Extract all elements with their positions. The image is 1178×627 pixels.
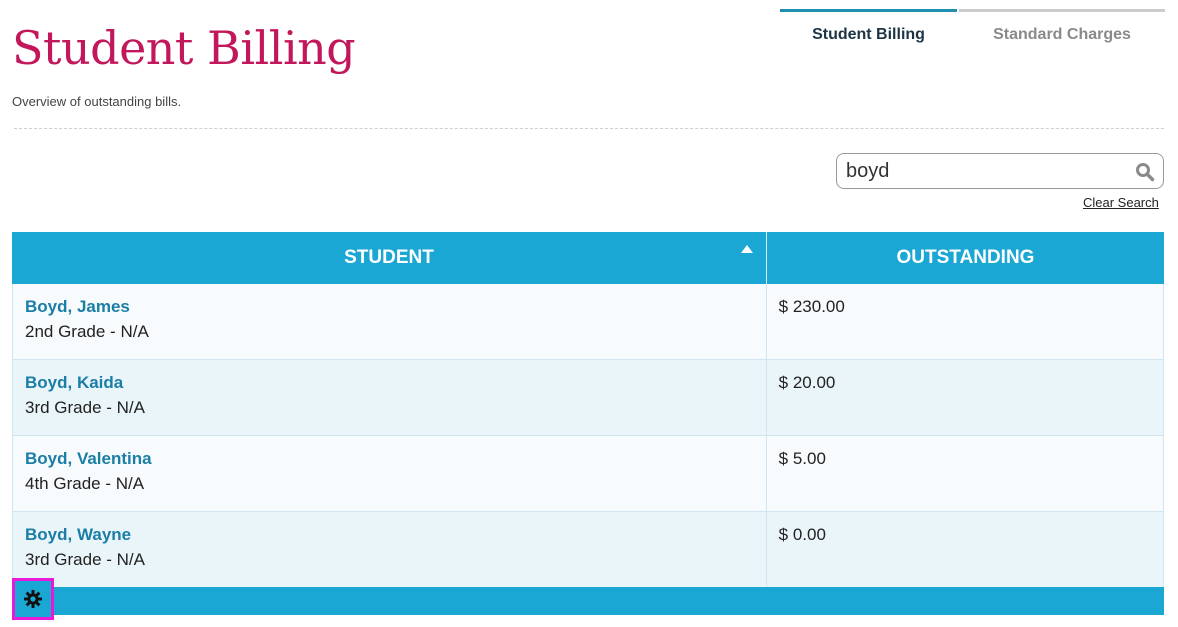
table-settings-button[interactable] — [12, 578, 54, 620]
page: Student Billing Overview of outstanding … — [0, 0, 1178, 627]
column-header-outstanding[interactable]: OUTSTANDING — [767, 232, 1164, 284]
column-header-outstanding-label: OUTSTANDING — [896, 247, 1035, 268]
column-header-student-label: STUDENT — [344, 247, 434, 268]
header-divider — [14, 128, 1164, 129]
search-icon[interactable] — [1135, 162, 1155, 182]
table-header: STUDENT OUTSTANDING — [12, 232, 1164, 284]
outstanding-amount: $ 5.00 — [778, 449, 826, 468]
outstanding-amount: $ 20.00 — [778, 373, 836, 392]
student-cell: Boyd, Kaida 3rd Grade - N/A — [13, 360, 767, 435]
student-name-link[interactable]: Boyd, Kaida — [25, 373, 754, 393]
sort-ascending-icon — [741, 245, 753, 253]
student-grade: 3rd Grade - N/A — [25, 550, 145, 569]
student-name-link[interactable]: Boyd, Wayne — [25, 525, 754, 545]
student-grade: 2nd Grade - N/A — [25, 322, 149, 341]
search-input[interactable] — [837, 156, 1127, 186]
table-row: Boyd, James 2nd Grade - N/A $ 230.00 — [12, 284, 1164, 360]
outstanding-amount: $ 0.00 — [778, 525, 826, 544]
tab-student-billing[interactable]: Student Billing — [780, 9, 957, 57]
billing-table: STUDENT OUTSTANDING Boyd, James 2nd Grad… — [12, 232, 1164, 588]
table-row: Boyd, Kaida 3rd Grade - N/A $ 20.00 — [12, 360, 1164, 436]
student-name-link[interactable]: Boyd, James — [25, 297, 754, 317]
gear-icon — [24, 590, 42, 608]
tab-standard-charges[interactable]: Standard Charges — [959, 9, 1165, 57]
tab-bar: Student Billing Standard Charges — [780, 9, 1167, 57]
table-row: Boyd, Valentina 4th Grade - N/A $ 5.00 — [12, 436, 1164, 512]
table-footer — [12, 587, 1164, 615]
page-title: Student Billing — [12, 21, 356, 75]
column-header-student[interactable]: STUDENT — [12, 232, 767, 284]
clear-search-link[interactable]: Clear Search — [1083, 195, 1159, 210]
page-subtitle: Overview of outstanding bills. — [12, 94, 182, 109]
table-row: Boyd, Wayne 3rd Grade - N/A $ 0.00 — [12, 512, 1164, 588]
student-name-link[interactable]: Boyd, Valentina — [25, 449, 754, 469]
student-grade: 3rd Grade - N/A — [25, 398, 145, 417]
student-cell: Boyd, James 2nd Grade - N/A — [13, 284, 767, 359]
student-cell: Boyd, Wayne 3rd Grade - N/A — [13, 512, 767, 587]
student-cell: Boyd, Valentina 4th Grade - N/A — [13, 436, 767, 511]
search-box — [836, 153, 1164, 189]
student-grade: 4th Grade - N/A — [25, 474, 145, 493]
outstanding-amount: $ 230.00 — [778, 297, 845, 316]
